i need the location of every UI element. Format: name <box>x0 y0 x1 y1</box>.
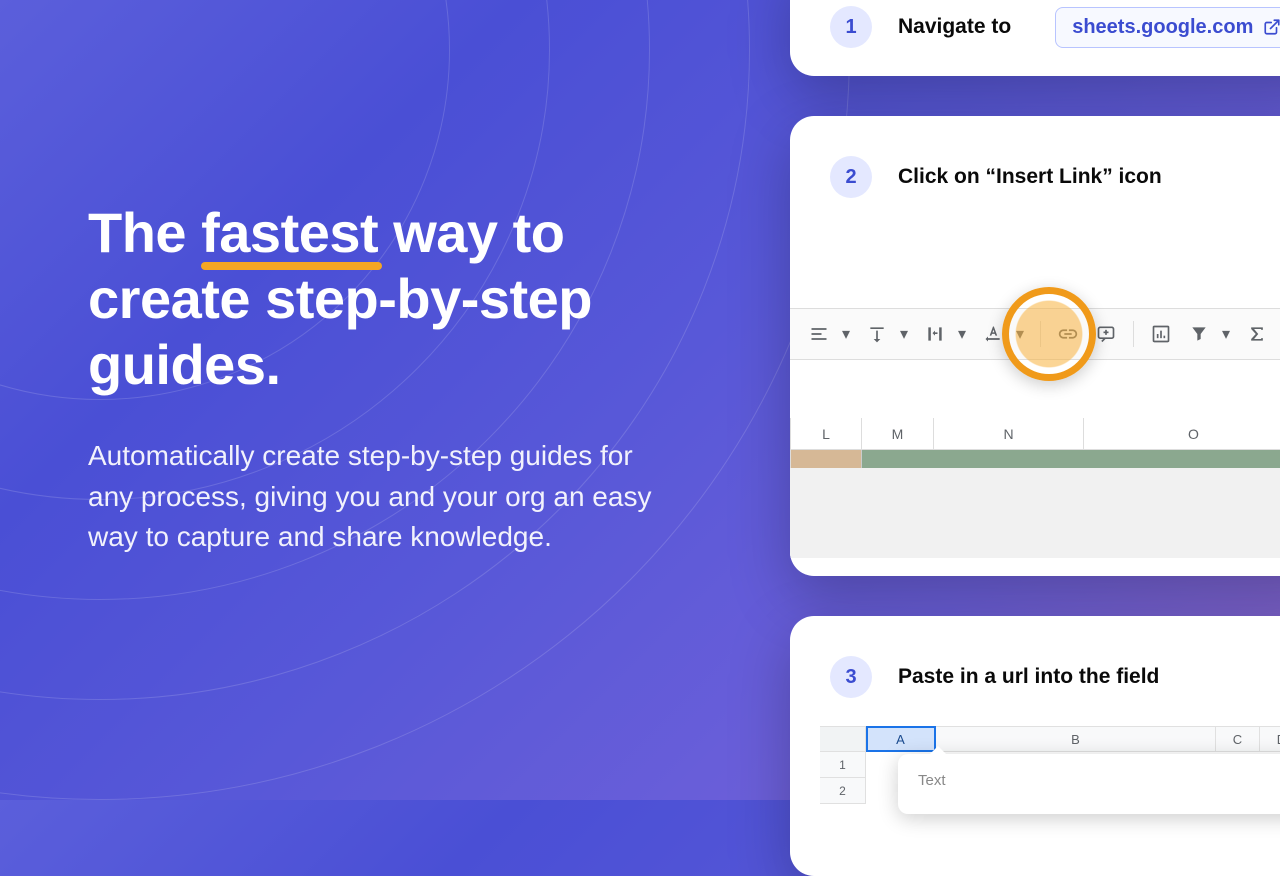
colored-band-row <box>790 450 1280 468</box>
external-link-icon <box>1263 18 1280 36</box>
click-highlight-ring <box>1002 287 1096 381</box>
dropdown-arrow-icon[interactable]: ▾ <box>956 324 968 344</box>
step-number: 1 <box>830 6 872 48</box>
link-popover: Text <box>898 754 1280 814</box>
step-url-text: sheets.google.com <box>1072 16 1253 39</box>
column-header[interactable]: D <box>1260 727 1280 751</box>
column-headers: L M N O <box>790 418 1280 450</box>
row-header[interactable]: 1 <box>820 752 866 778</box>
column-header[interactable]: L <box>790 418 862 449</box>
step-card-3: 3 Paste in a url into the field A B C D … <box>790 616 1280 876</box>
step-card-2: 2 Click on “Insert Link” icon ▾ ▾ ▾ <box>790 116 1280 576</box>
align-icon[interactable] <box>802 317 836 351</box>
step-text: Paste in a url into the field <box>898 665 1159 689</box>
insert-chart-icon[interactable] <box>1144 317 1178 351</box>
row-header[interactable]: 2 <box>820 778 866 804</box>
sheets-toolbar: ▾ ▾ ▾ ▾ <box>790 308 1280 360</box>
column-header[interactable]: C <box>1216 727 1260 751</box>
hero-subhead: Automatically create step-by-step guides… <box>88 436 668 558</box>
hero-headline-underlined: fastest <box>201 200 378 266</box>
step-card-1: 1 Navigate to sheets.google.com <box>790 0 1280 76</box>
wrap-text-icon[interactable] <box>918 317 952 351</box>
column-header[interactable]: B <box>936 727 1216 751</box>
column-header[interactable]: O <box>1084 418 1280 449</box>
dropdown-arrow-icon[interactable]: ▾ <box>840 324 852 344</box>
dropdown-arrow-icon[interactable]: ▾ <box>898 324 910 344</box>
hero-section: The fastest way to create step-by-step g… <box>0 0 790 800</box>
column-header[interactable]: M <box>862 418 934 449</box>
column-header[interactable]: N <box>934 418 1084 449</box>
spreadsheet-screenshot: A B C D 1 2 Text <box>820 726 1280 804</box>
step-text: Navigate to <box>898 15 1011 39</box>
step-number: 2 <box>830 156 872 198</box>
step-url-link[interactable]: sheets.google.com <box>1055 7 1280 48</box>
hero-headline-pre: The <box>88 201 201 264</box>
vertical-align-icon[interactable] <box>860 317 894 351</box>
dropdown-arrow-icon[interactable]: ▾ <box>1220 324 1232 344</box>
filter-icon[interactable] <box>1182 317 1216 351</box>
steps-column: 1 Navigate to sheets.google.com 2 Click … <box>790 0 1280 800</box>
select-all-corner[interactable] <box>820 727 866 751</box>
popover-field-label: Text <box>918 772 1280 789</box>
step-text: Click on “Insert Link” icon <box>898 165 1162 189</box>
functions-sigma-icon[interactable] <box>1240 317 1274 351</box>
step-number: 3 <box>830 656 872 698</box>
spreadsheet-screenshot: ▾ ▾ ▾ ▾ <box>790 238 1280 558</box>
hero-headline: The fastest way to create step-by-step g… <box>88 200 730 398</box>
column-header[interactable]: A <box>866 727 936 751</box>
